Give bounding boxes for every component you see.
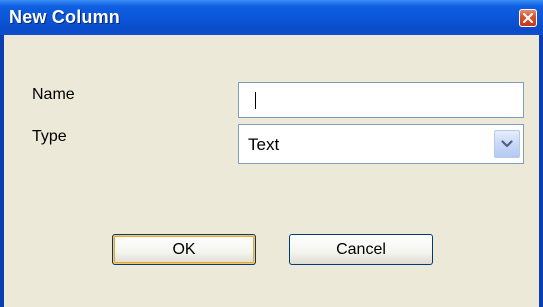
type-dropdown-button[interactable] — [494, 130, 520, 158]
cancel-button[interactable]: Cancel — [289, 234, 433, 265]
type-label: Type — [32, 128, 67, 145]
type-select-value: Text — [248, 135, 280, 154]
name-label: Name — [32, 86, 75, 103]
dialog-title: New Column — [9, 7, 121, 27]
close-icon — [523, 13, 533, 23]
title-bar[interactable]: New Column — [0, 0, 543, 35]
close-button[interactable] — [519, 9, 537, 27]
chevron-down-icon — [501, 140, 513, 148]
type-select[interactable]: Text — [238, 124, 524, 164]
name-input[interactable] — [238, 82, 524, 118]
ok-button[interactable]: OK — [112, 234, 256, 265]
new-column-dialog: New Column Name Type Text OK Cancel — [0, 0, 543, 307]
text-caret — [255, 92, 256, 109]
